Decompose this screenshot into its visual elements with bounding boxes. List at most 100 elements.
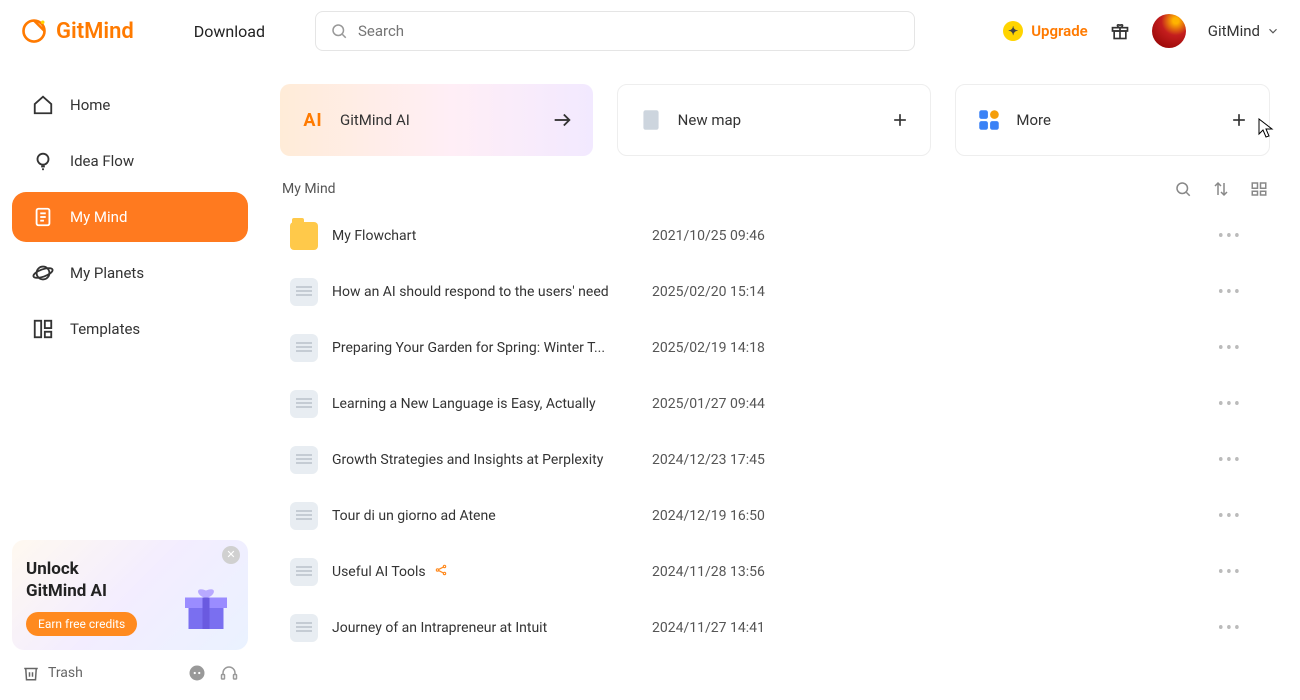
file-date: 2021/10/25 09:46 [652, 228, 852, 244]
file-row[interactable]: Learning a New Language is Easy, Actuall… [280, 376, 1260, 432]
file-more-button[interactable]: ••• [1210, 222, 1250, 251]
sidebar-item-mymind[interactable]: My Mind [12, 192, 248, 242]
ai-icon: AI [300, 107, 326, 133]
file-row[interactable]: Preparing Your Garden for Spring: Winter… [280, 320, 1260, 376]
file-date: 2024/12/23 17:45 [652, 452, 852, 468]
file-name: Learning a New Language is Easy, Actuall… [332, 396, 652, 412]
file-more-button[interactable]: ••• [1210, 558, 1250, 587]
section-title: My Mind [282, 181, 336, 197]
header: GitMind Download ✦ Upgrade GitMind [0, 0, 1300, 62]
file-more-button[interactable]: ••• [1210, 334, 1250, 363]
upgrade-badge-icon: ✦ [1003, 21, 1023, 41]
content: AI GitMind AI New map More My Mind [260, 62, 1300, 700]
logo[interactable]: GitMind [20, 17, 134, 45]
bulb-icon [32, 150, 54, 172]
search-container [315, 11, 915, 51]
header-right: ✦ Upgrade GitMind [1003, 14, 1280, 48]
card-gitmind-ai[interactable]: AI GitMind AI [280, 84, 593, 156]
file-row[interactable]: Tour di un giorno ad Atene2024/12/19 16:… [280, 488, 1260, 544]
upgrade-label: Upgrade [1031, 22, 1088, 40]
file-more-button[interactable]: ••• [1210, 278, 1250, 307]
action-cards: AI GitMind AI New map More [280, 84, 1270, 156]
username: GitMind [1208, 22, 1260, 40]
trash-link[interactable]: Trash [22, 664, 174, 682]
file-row[interactable]: Growth Strategies and Insights at Perple… [280, 432, 1260, 488]
file-more-button[interactable]: ••• [1210, 614, 1250, 643]
avatar[interactable] [1152, 14, 1186, 48]
doc-icon [290, 502, 318, 530]
file-name: Tour di un giorno ad Atene [332, 508, 652, 524]
section-tools [1174, 180, 1268, 198]
file-more-button[interactable]: ••• [1210, 390, 1250, 419]
sidebar-item-myplanets[interactable]: My Planets [12, 248, 248, 298]
file-name: Preparing Your Garden for Spring: Winter… [332, 340, 652, 356]
sidebar-item-home[interactable]: Home [12, 80, 248, 130]
search-icon[interactable] [1174, 180, 1192, 198]
logo-icon [20, 17, 48, 45]
planet-icon [32, 262, 54, 284]
search-input[interactable] [358, 22, 900, 40]
download-link[interactable]: Download [194, 22, 265, 41]
doc-icon [290, 558, 318, 586]
brand-name: GitMind [56, 19, 134, 44]
file-date: 2024/11/28 13:56 [652, 564, 852, 580]
card-new-map[interactable]: New map [617, 84, 932, 156]
doc-icon [290, 614, 318, 642]
doc-icon [290, 278, 318, 306]
file-date: 2025/02/19 14:18 [652, 340, 852, 356]
file-name: Journey of an Intrapreneur at Intuit [332, 620, 652, 636]
headset-icon[interactable] [220, 664, 238, 682]
sidebar-item-label: Home [70, 96, 110, 114]
card-label: More [1016, 111, 1051, 129]
file-date: 2025/01/27 09:44 [652, 396, 852, 412]
file-row[interactable]: Journey of an Intrapreneur at Intuit2024… [280, 600, 1260, 656]
search-icon [330, 22, 348, 40]
sidebar-item-label: My Mind [70, 208, 127, 226]
file-row[interactable]: My Flowchart2021/10/25 09:46••• [280, 208, 1260, 264]
discord-icon[interactable] [188, 664, 206, 682]
sidebar: Home Idea Flow My Mind My Planets Templa… [0, 62, 260, 700]
chevron-down-icon [1266, 24, 1280, 38]
user-dropdown[interactable]: GitMind [1208, 22, 1280, 40]
file-row[interactable]: Useful AI Tools2024/11/28 13:56 ••• [280, 544, 1260, 600]
file-date: 2025/02/20 15:14 [652, 284, 852, 300]
card-label: New map [678, 111, 741, 129]
view-icon[interactable] [1250, 180, 1268, 198]
doc-icon [290, 390, 318, 418]
arrow-right-icon [551, 109, 573, 131]
file-more-button[interactable]: ••• [1210, 446, 1250, 475]
apps-icon [976, 107, 1002, 133]
sidebar-item-templates[interactable]: Templates [12, 304, 248, 354]
file-name: How an AI should respond to the users' n… [332, 284, 652, 300]
card-more[interactable]: More [955, 84, 1270, 156]
file-list: My Flowchart2021/10/25 09:46•••How an AI… [280, 208, 1270, 700]
file-date: 2024/11/27 14:41 [652, 620, 852, 636]
file-row[interactable]: How an AI should respond to the users' n… [280, 264, 1260, 320]
file-name: Growth Strategies and Insights at Perple… [332, 452, 652, 468]
search-box[interactable] [315, 11, 915, 51]
promo-cta-button[interactable]: Earn free credits [26, 612, 137, 636]
sidebar-item-label: My Planets [70, 264, 144, 282]
trash-label: Trash [48, 665, 83, 681]
sort-icon[interactable] [1212, 180, 1230, 198]
doc-icon [290, 334, 318, 362]
doc-icon [290, 446, 318, 474]
file-date: 2024/12/19 16:50 [652, 508, 852, 524]
sidebar-nav: Home Idea Flow My Mind My Planets Templa… [12, 80, 248, 354]
gift-box-icon [178, 580, 234, 636]
folder-icon [290, 222, 318, 250]
file-more-button[interactable]: ••• [1210, 502, 1250, 531]
gift-icon[interactable] [1110, 21, 1130, 41]
promo-close-icon[interactable]: ✕ [222, 546, 240, 564]
document-icon [32, 206, 54, 228]
promo-card[interactable]: ✕ Unlock GitMind AI Earn free credits [12, 540, 248, 650]
sidebar-item-ideaflow[interactable]: Idea Flow [12, 136, 248, 186]
section-header: My Mind [280, 180, 1270, 198]
grid-icon [32, 318, 54, 340]
file-icon [638, 107, 664, 133]
file-name: Useful AI Tools [332, 563, 652, 581]
sidebar-item-label: Templates [70, 320, 140, 338]
sidebar-item-label: Idea Flow [70, 152, 134, 170]
sidebar-footer: Trash [12, 650, 248, 688]
upgrade-button[interactable]: ✦ Upgrade [1003, 21, 1088, 41]
